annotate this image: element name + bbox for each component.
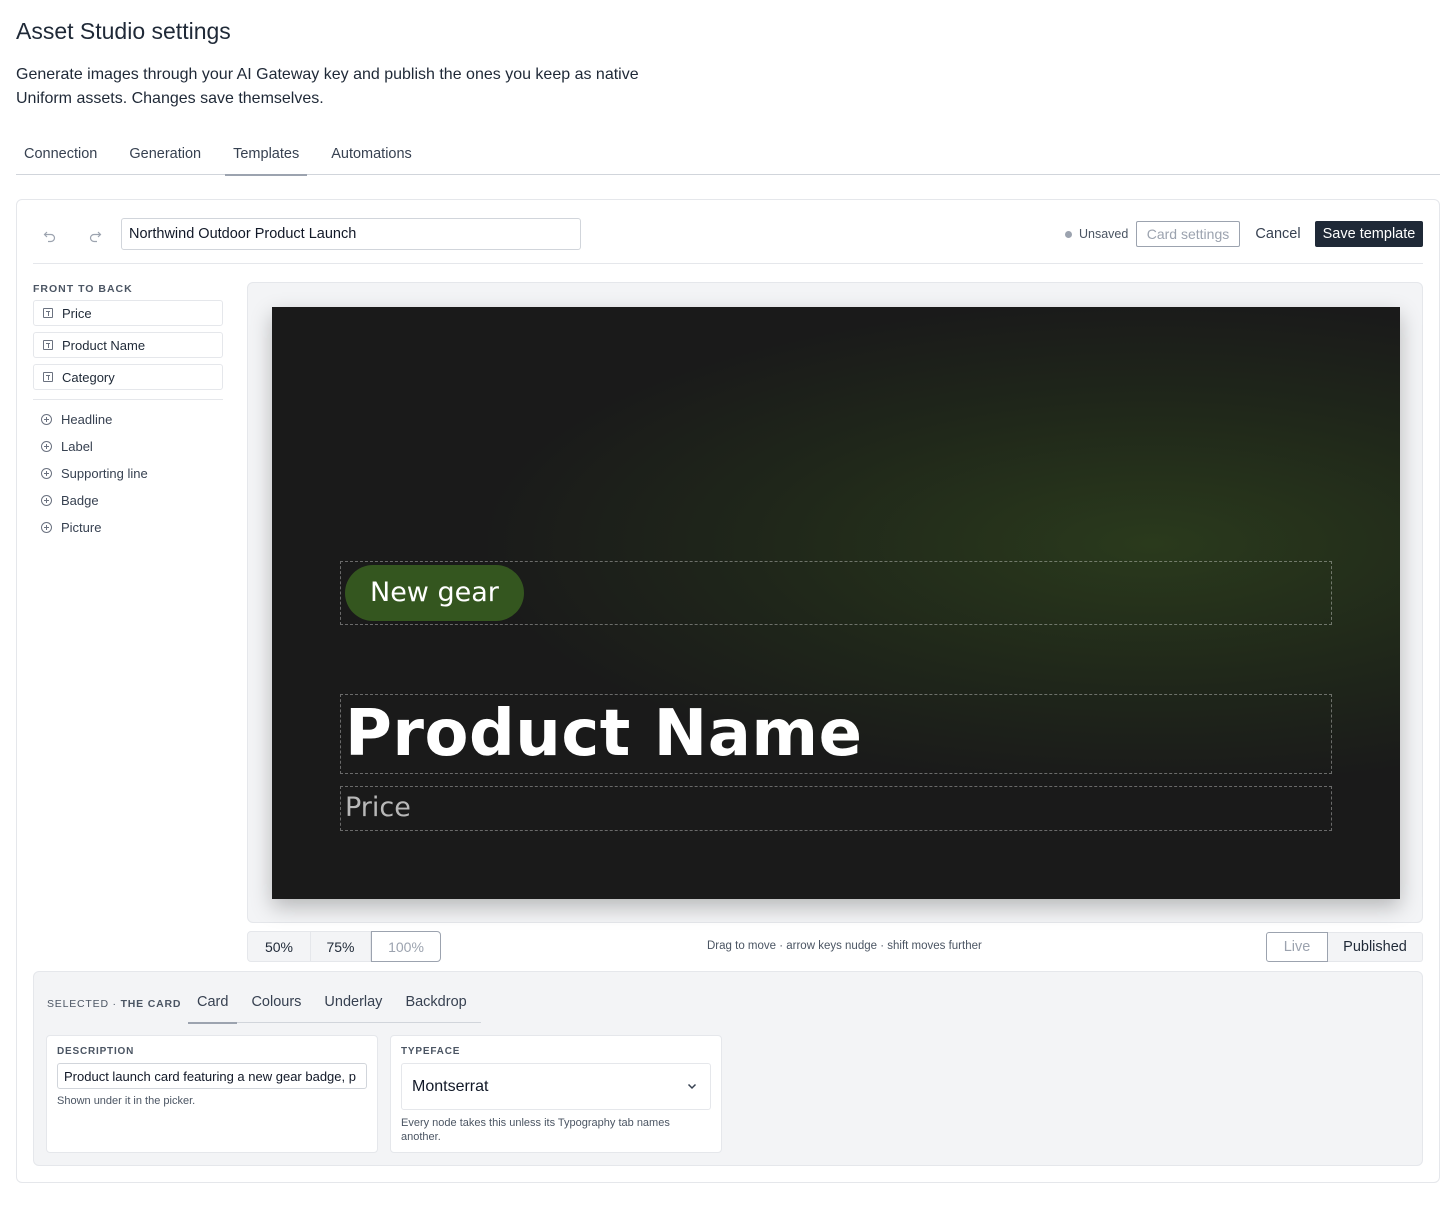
template-name-input[interactable] [121,218,581,250]
add-item-label: Badge [61,493,99,508]
layer-item-label: Category [62,369,115,385]
add-headline-button[interactable]: Headline [41,406,221,433]
add-item-label: Picture [61,520,102,535]
tab-underlay[interactable]: Underlay [315,990,391,1023]
settings-tabs: Connection Generation Templates Automati… [16,134,1440,176]
plus-circle-icon [41,522,52,533]
add-item-label: Supporting line [61,466,148,481]
price-node[interactable]: Price [340,786,1332,831]
view-toggle: Live Published [1266,932,1423,962]
published-button[interactable]: Published [1328,932,1423,962]
add-item-label: Headline [61,412,113,427]
card-preview[interactable]: New gear Product Name Price [272,307,1400,899]
plus-circle-icon [41,441,52,452]
tab-templates[interactable]: Templates [225,134,308,176]
redo-icon[interactable] [83,224,107,248]
typeface-field-card: TYPEFACE Montserrat Every node takes thi… [390,1035,722,1153]
template-editor: Unsaved Card settings Cancel Save templa… [16,199,1440,1183]
editor-toolbar: Unsaved Card settings Cancel Save templa… [33,214,1423,264]
text-icon [43,308,53,318]
tab-backdrop[interactable]: Backdrop [396,990,475,1023]
text-icon [43,340,53,350]
tab-card[interactable]: Card [188,990,238,1024]
layer-item-price[interactable]: Price [33,300,223,326]
badge-node[interactable]: New gear [340,561,1332,625]
chevron-down-icon [687,1083,697,1090]
zoom-75-button[interactable]: 75% [311,931,371,962]
tab-colours[interactable]: Colours [242,990,310,1023]
canvas-stage: New gear Product Name Price [247,282,1423,923]
description-label: DESCRIPTION [57,1046,135,1057]
description-help: Shown under it in the picker. [57,1095,196,1107]
page-title: Asset Studio settings [16,18,231,44]
price-text: Price [345,792,411,823]
live-button[interactable]: Live [1266,932,1328,962]
tab-connection[interactable]: Connection [16,134,105,175]
layer-item-label: Product Name [62,337,146,353]
zoom-100-button[interactable]: 100% [371,931,441,962]
typeface-label: TYPEFACE [401,1046,461,1057]
typeface-value: Montserrat [412,1077,489,1095]
canvas-hint: Drag to move · arrow keys nudge · shift … [707,940,982,952]
badge-pill: New gear [345,565,524,621]
tab-automations[interactable]: Automations [323,134,420,175]
inspector-panel: SELECTED · THE CARD Card Colours Underla… [33,971,1423,1166]
save-template-button[interactable]: Save template [1315,221,1423,247]
inspector-tabs: Card Colours Underlay Backdrop [188,990,481,1024]
layer-list: Price Product Name Category [33,300,223,396]
add-label-button[interactable]: Label [41,433,221,460]
plus-circle-icon [41,414,52,425]
status-dot-icon [1065,230,1072,238]
add-item-label: Label [61,439,93,454]
zoom-selector: 50% 75% 100% [247,931,441,962]
undo-icon[interactable] [38,224,62,248]
product-name-text: Product Name [345,697,863,771]
product-name-node[interactable]: Product Name [340,694,1332,774]
description-input[interactable] [57,1063,367,1089]
layer-item-category[interactable]: Category [33,364,223,390]
selected-label: SELECTED · THE CARD [47,998,181,1010]
text-icon [43,372,53,382]
description-field-card: DESCRIPTION Shown under it in the picker… [46,1035,378,1153]
selected-prefix: SELECTED · [47,998,121,1010]
layers-divider [33,399,223,400]
save-status: Unsaved [1065,227,1128,241]
add-node-list: Headline Label Supporting line Badge Pic… [41,406,221,541]
status-label: Unsaved [1079,227,1129,241]
card-settings-button[interactable]: Card settings [1136,221,1240,247]
selected-name: THE CARD [120,998,182,1010]
cancel-button[interactable]: Cancel [1251,221,1305,247]
layer-item-label: Price [62,305,92,321]
typeface-select[interactable]: Montserrat [401,1063,711,1110]
plus-circle-icon [41,495,52,506]
zoom-50-button[interactable]: 50% [247,931,311,962]
add-badge-button[interactable]: Badge [41,487,221,514]
add-picture-button[interactable]: Picture [41,514,221,541]
plus-circle-icon [41,468,52,479]
tab-generation[interactable]: Generation [121,134,209,175]
layer-item-product-name[interactable]: Product Name [33,332,223,358]
page-description: Generate images through your AI Gateway … [16,66,639,107]
typeface-help: Every node takes this unless its Typogra… [401,1117,670,1143]
add-supporting-line-button[interactable]: Supporting line [41,460,221,487]
layers-heading: FRONT TO BACK [33,283,133,295]
